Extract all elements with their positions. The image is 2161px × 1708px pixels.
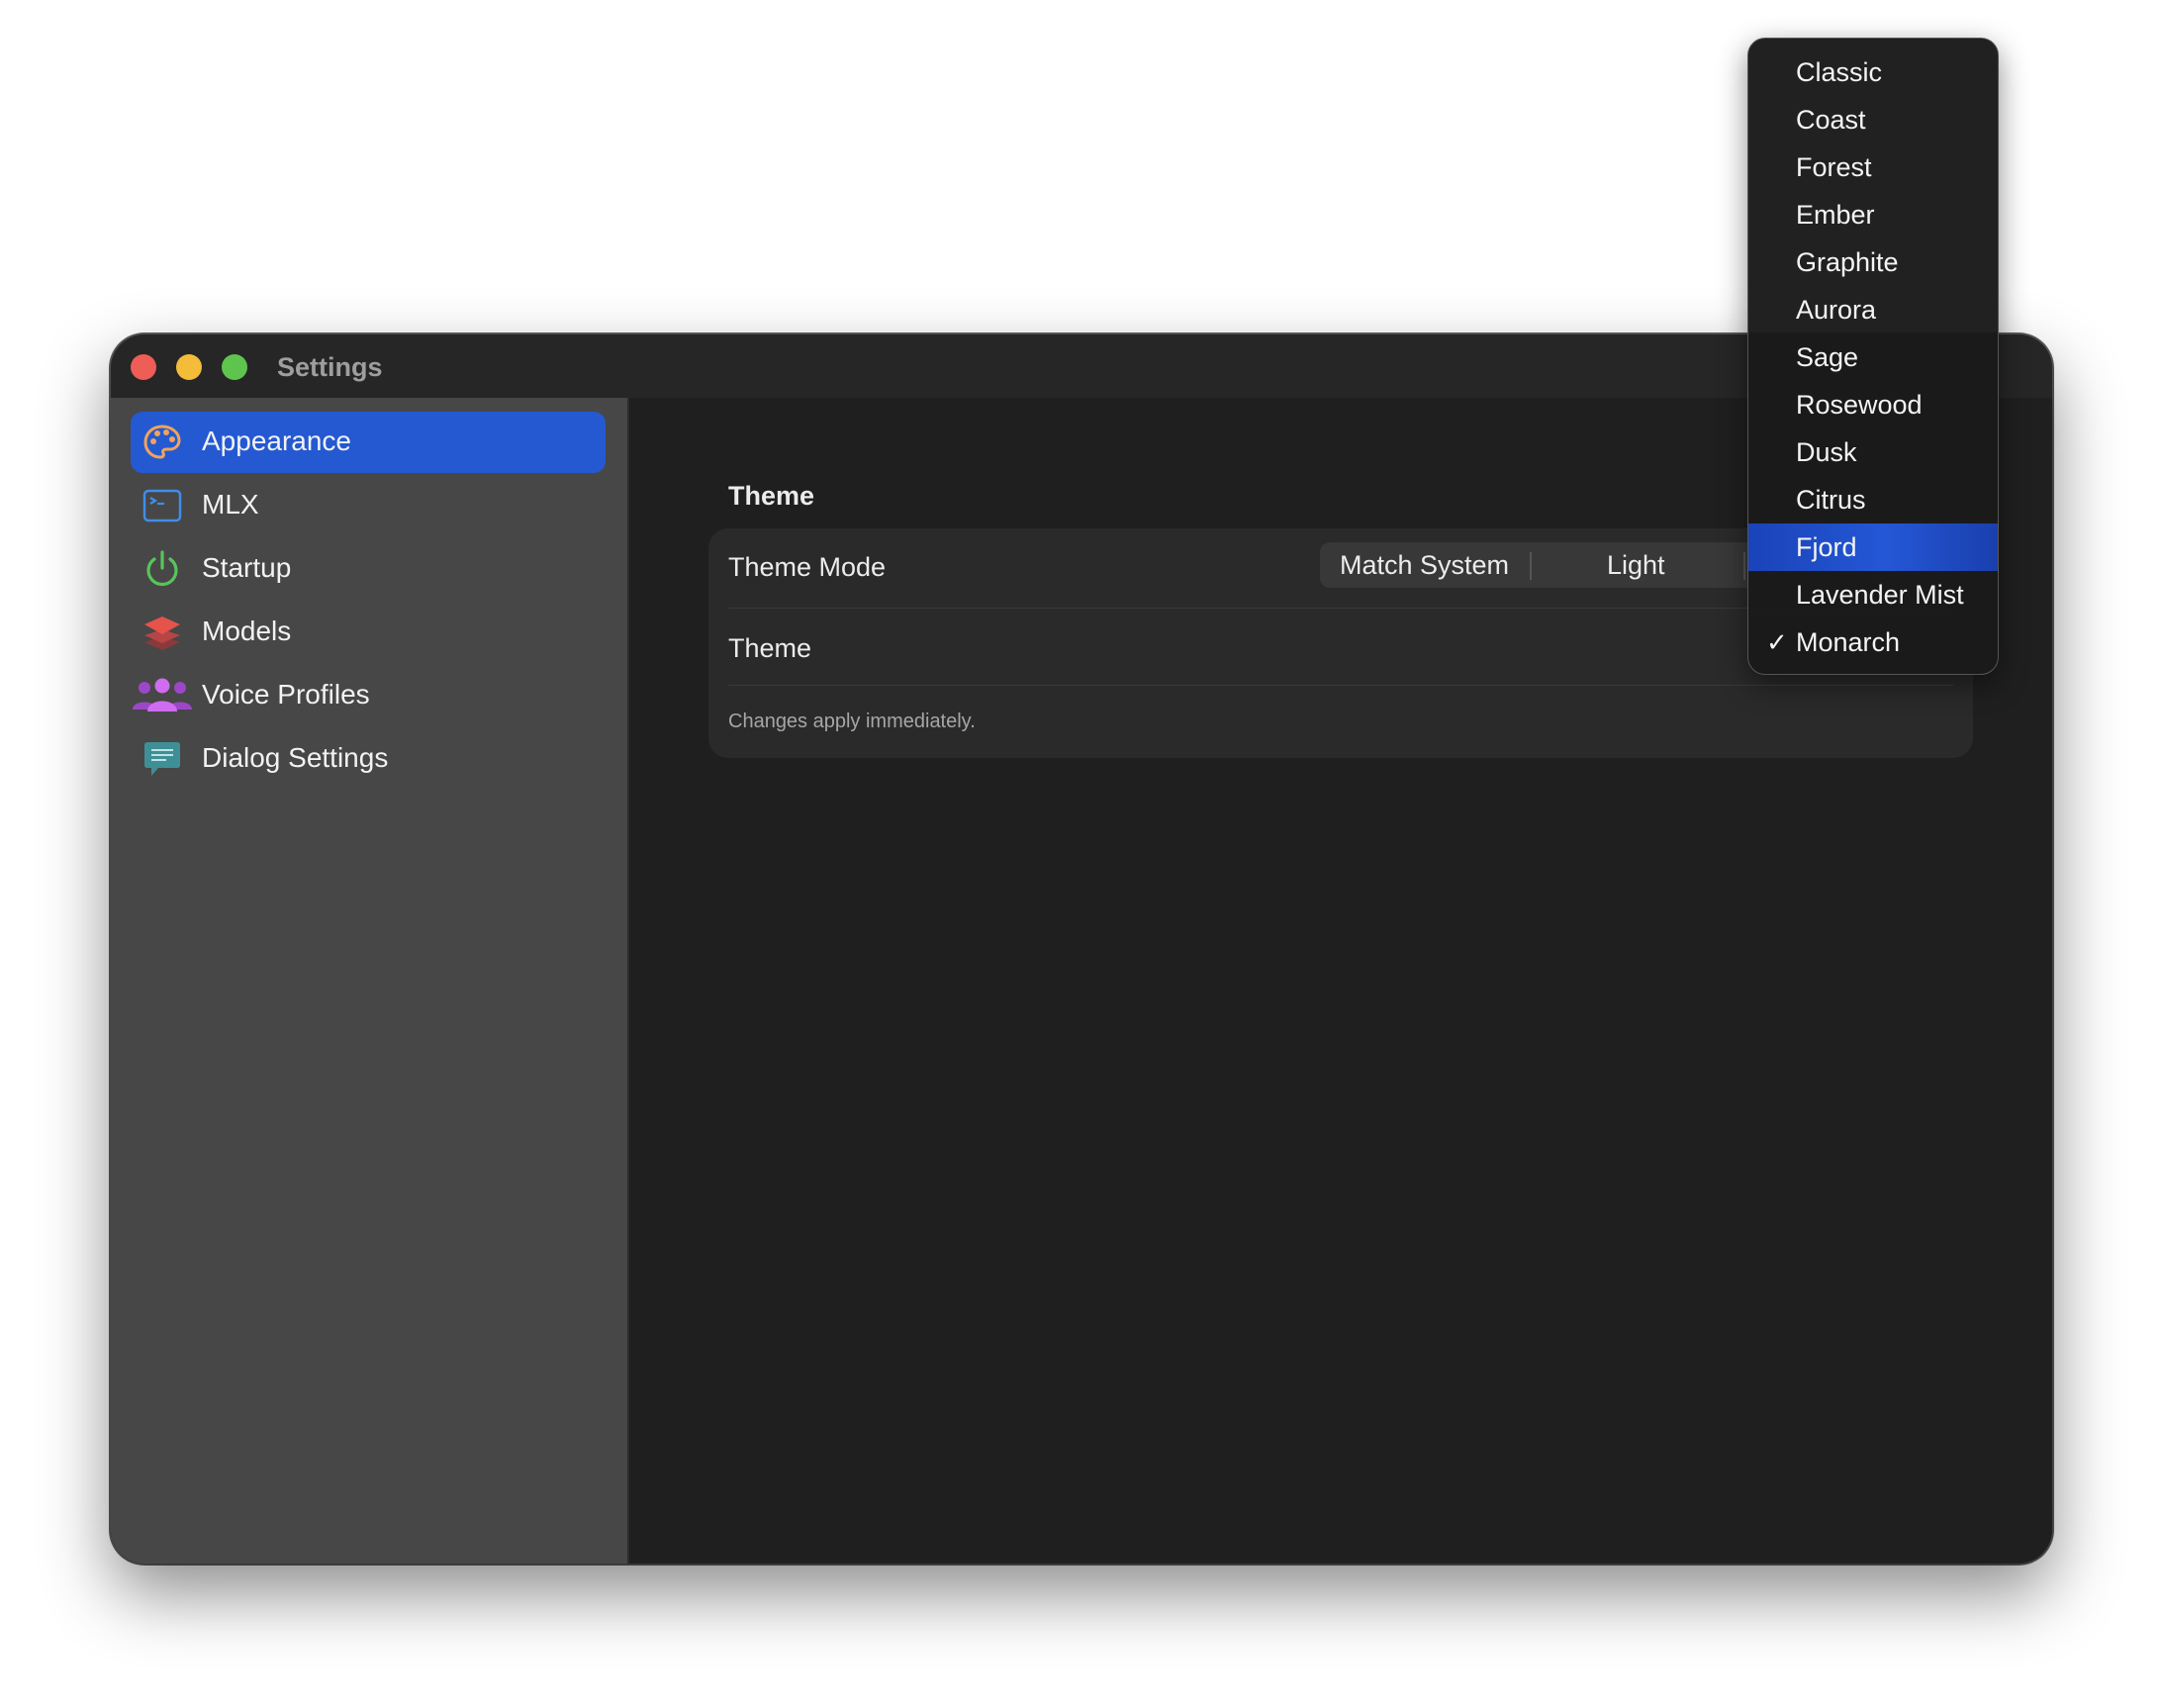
sidebar-item-label: Voice Profiles: [202, 679, 370, 710]
sidebar-item-label: Startup: [202, 552, 292, 583]
palette-icon: [142, 423, 182, 462]
sidebar-item-label: Models: [202, 616, 292, 646]
row-divider: [728, 685, 1953, 686]
menu-item-ember[interactable]: Ember: [1748, 191, 1998, 238]
menu-item-forest[interactable]: Forest: [1748, 143, 1998, 191]
menu-item-label: Fjord: [1796, 532, 1857, 562]
sidebar-item-label: Appearance: [202, 426, 352, 456]
menu-item-label: Coast: [1796, 105, 1866, 135]
terminal-icon: [142, 486, 182, 525]
menu-item-dusk[interactable]: Dusk: [1748, 428, 1998, 476]
menu-item-label: Lavender Mist: [1796, 580, 1964, 610]
menu-item-monarch[interactable]: Monarch ✓: [1748, 618, 1998, 666]
menu-item-label: Ember: [1796, 200, 1875, 230]
menu-item-label: Rosewood: [1796, 390, 1923, 420]
menu-item-citrus[interactable]: Citrus: [1748, 476, 1998, 523]
window-title: Settings: [277, 352, 383, 382]
sidebar-item-label: Dialog Settings: [202, 742, 389, 773]
menu-item-label: Forest: [1796, 152, 1872, 182]
sidebar: Appearance MLX Startup Models Voice Prof…: [111, 398, 629, 1564]
menu-item-label: Sage: [1796, 342, 1859, 372]
menu-item-label: Citrus: [1796, 485, 1866, 515]
section-title: Theme: [728, 481, 815, 511]
people-icon: [131, 676, 194, 715]
theme-mode-label: Theme Mode: [728, 552, 887, 582]
menu-item-aurora[interactable]: Aurora: [1748, 286, 1998, 333]
sidebar-item-mlx[interactable]: MLX: [131, 475, 606, 536]
menu-item-label: Graphite: [1796, 247, 1899, 277]
minimize-button[interactable]: [176, 354, 202, 380]
menu-item-fjord[interactable]: Fjord: [1748, 523, 1998, 571]
changes-note: Changes apply immediately.: [728, 711, 976, 732]
menu-item-lavender-mist[interactable]: Lavender Mist: [1748, 571, 1998, 618]
sidebar-item-models[interactable]: Models: [131, 602, 606, 663]
menu-item-label: Classic: [1796, 57, 1883, 87]
menu-item-label: Monarch: [1796, 627, 1901, 657]
theme-label: Theme: [728, 633, 812, 663]
sidebar-item-dialog-settings[interactable]: Dialog Settings: [131, 728, 606, 790]
segment-match-system[interactable]: Match System: [1340, 550, 1509, 581]
sidebar-item-appearance[interactable]: Appearance: [131, 412, 606, 473]
theme-dropdown-menu[interactable]: Classic Coast Forest Ember Graphite Auro…: [1747, 38, 1999, 675]
layers-icon: [142, 613, 182, 652]
menu-item-label: Aurora: [1796, 295, 1877, 325]
close-button[interactable]: [131, 354, 156, 380]
menu-item-classic[interactable]: Classic: [1748, 48, 1998, 96]
sidebar-item-label: MLX: [202, 489, 259, 520]
menu-item-label: Dusk: [1796, 437, 1857, 467]
menu-item-sage[interactable]: Sage: [1748, 333, 1998, 381]
segment-separator: [1530, 552, 1532, 580]
chat-bubble-icon: [142, 739, 182, 779]
menu-item-coast[interactable]: Coast: [1748, 96, 1998, 143]
maximize-button[interactable]: [222, 354, 247, 380]
checkmark-icon: ✓: [1766, 627, 1788, 657]
segment-light[interactable]: Light: [1607, 550, 1665, 581]
sidebar-item-voice-profiles[interactable]: Voice Profiles: [131, 665, 606, 726]
menu-item-graphite[interactable]: Graphite: [1748, 238, 1998, 286]
sidebar-item-startup[interactable]: Startup: [131, 538, 606, 600]
menu-item-rosewood[interactable]: Rosewood: [1748, 381, 1998, 428]
segment-separator: [1743, 552, 1745, 580]
power-icon: [142, 549, 182, 589]
